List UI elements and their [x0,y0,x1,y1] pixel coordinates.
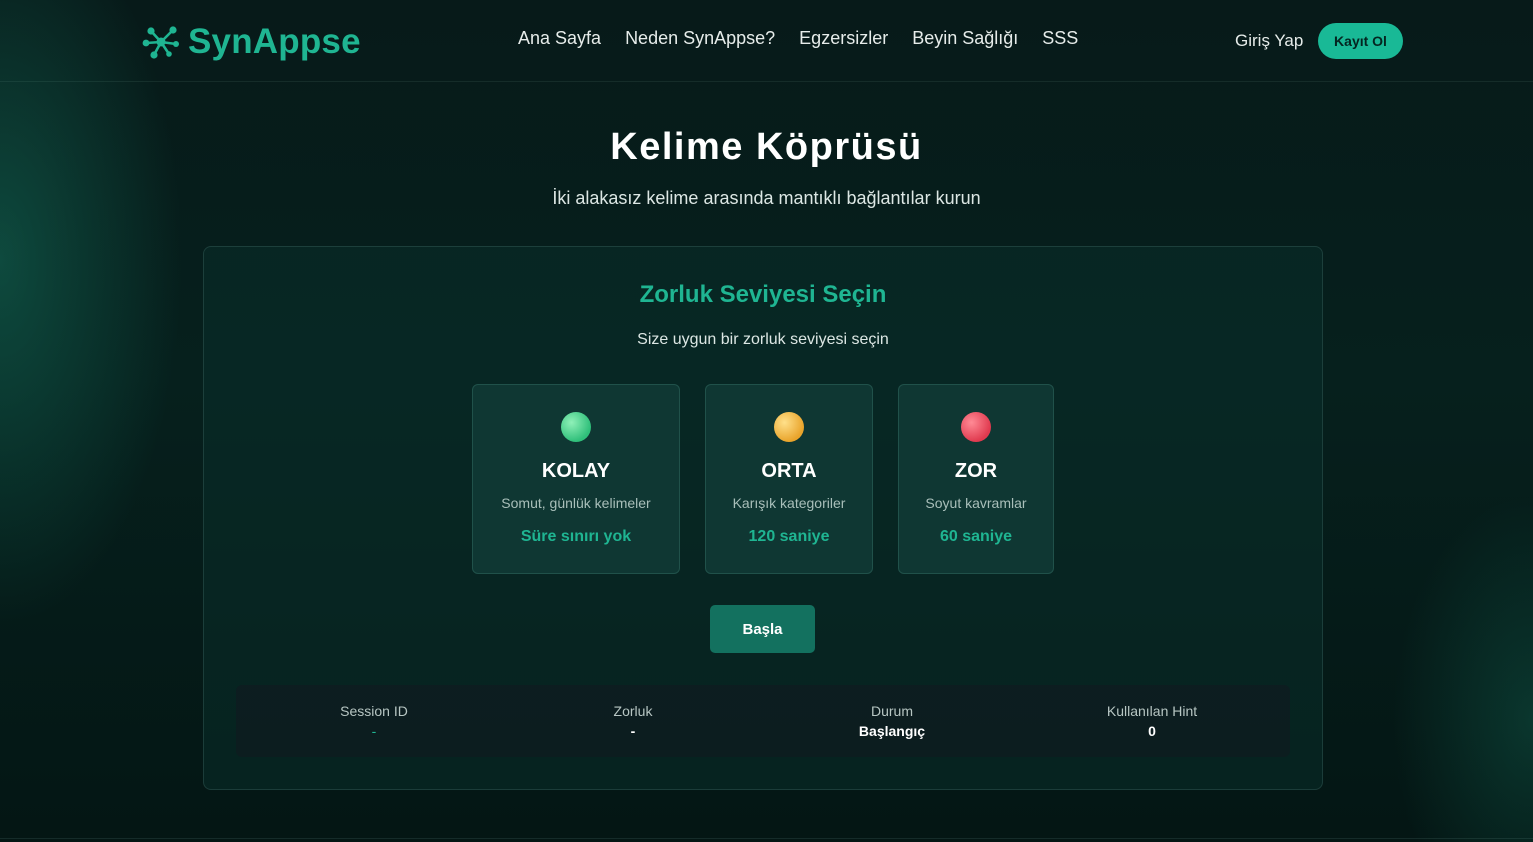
difficulty-time: Süre sınırı yok [520,528,632,545]
difficulty-name: ZOR [954,460,998,482]
login-link[interactable]: Giriş Yap [1235,31,1303,51]
stat-difficulty: Zorluk - [503,703,763,739]
nav-link-exercises[interactable]: Egzersizler [799,28,888,49]
stat-value: - [630,723,636,739]
stat-session-id: Session ID - [244,703,504,739]
stat-status: Durum Başlangıç [762,703,1022,739]
stat-label: Kullanılan Hint [1106,703,1198,719]
difficulty-name: ORTA [761,460,817,482]
stat-value: - [371,723,377,739]
session-stats-bar: Session ID - Zorluk - Durum Başlangıç Ku… [236,685,1290,757]
brand-logo[interactable]: SynAppse [142,20,361,64]
difficulty-card-medium[interactable]: ORTA Karışık kategoriler 120 saniye [705,384,873,574]
signup-button[interactable]: Kayıt Ol [1318,23,1403,59]
difficulty-name: KOLAY [541,460,611,482]
nav-link-faq[interactable]: SSS [1042,28,1078,49]
red-circle-icon [961,412,991,442]
start-button[interactable]: Başla [710,605,815,653]
difficulty-description: Soyut kavramlar [925,495,1027,511]
yellow-circle-icon [774,412,804,442]
stat-value: Başlangıç [858,723,926,739]
difficulty-panel: Zorluk Seviyesi Seçin Size uygun bir zor… [203,246,1323,790]
footer-divider [0,838,1533,839]
difficulty-card-hard[interactable]: ZOR Soyut kavramlar 60 saniye [898,384,1054,574]
green-circle-icon [561,412,591,442]
difficulty-title: Zorluk Seviyesi Seçin [639,281,887,308]
stat-label: Zorluk [613,703,653,719]
synapse-network-icon [142,26,179,59]
difficulty-description: Somut, günlük kelimeler [501,495,651,511]
stat-hints-used: Kullanılan Hint 0 [1022,703,1282,739]
nav-link-why[interactable]: Neden SynAppse? [625,28,775,49]
page-subtitle: İki alakasız kelime arasında mantıklı ba… [552,188,981,208]
page-title: Kelime Köprüsü [610,126,923,168]
main-nav: Ana Sayfa Neden SynAppse? Egzersizler Be… [518,28,1078,49]
navbar: SynAppse Ana Sayfa Neden SynAppse? Egzer… [0,0,1533,82]
difficulty-time: 60 saniye [939,528,1013,545]
difficulty-subtitle: Size uygun bir zorluk seviyesi seçin [637,331,889,348]
stat-value: 0 [1148,723,1156,739]
stat-label: Durum [870,703,913,719]
nav-link-brain-health[interactable]: Beyin Sağlığı [912,28,1018,49]
difficulty-description: Karışık kategoriler [732,495,846,511]
difficulty-card-easy[interactable]: KOLAY Somut, günlük kelimeler Süre sınır… [472,384,680,574]
stat-label: Session ID [340,703,408,719]
nav-link-home[interactable]: Ana Sayfa [518,28,601,49]
difficulty-time: 120 saniye [748,528,830,545]
brand-name: SynAppse [188,22,361,61]
